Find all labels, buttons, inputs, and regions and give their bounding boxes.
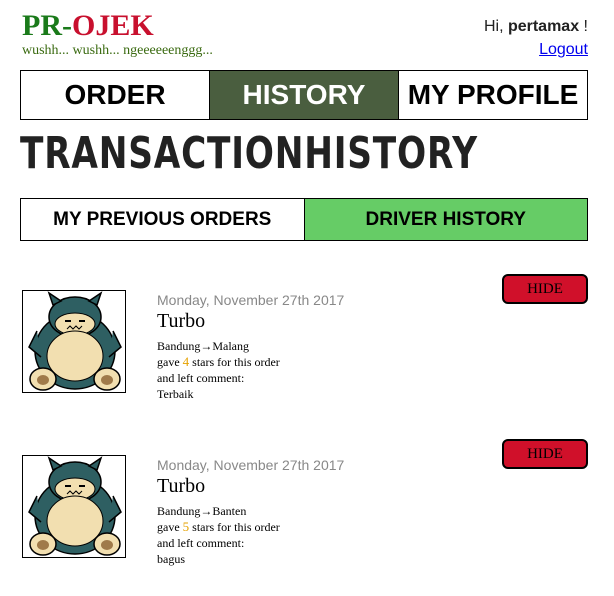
brand-pr: PR	[22, 9, 62, 42]
main-nav: ORDER HISTORY MY PROFILE	[20, 70, 588, 120]
username: pertamax	[507, 18, 580, 35]
driver-name: Turbo	[157, 475, 206, 497]
snorlax-avatar-icon	[22, 290, 126, 393]
logout-link[interactable]: Logout	[539, 41, 588, 59]
route-origin: Bandung	[157, 339, 201, 353]
tab-history[interactable]: HISTORY	[210, 71, 399, 119]
rating-suffix: stars for this order	[189, 520, 280, 534]
page-title: TRANSACTIONHISTORY	[20, 128, 478, 179]
order-date: Monday, November 27th 2017	[157, 292, 345, 308]
comment-label: and left comment:	[157, 371, 245, 385]
greeting-suffix: !	[579, 18, 588, 35]
driver-name: Turbo	[157, 310, 206, 332]
brand-tagline: wushh... wushh... ngeeeeeenggg...	[22, 43, 213, 58]
history-subtabs: MY PREVIOUS ORDERS DRIVER HISTORY	[20, 198, 588, 241]
snorlax-avatar-icon	[22, 455, 126, 558]
order-date: Monday, November 27th 2017	[157, 457, 345, 473]
greeting-prefix: Hi,	[483, 18, 508, 35]
arrow-right-icon: →	[200, 504, 213, 518]
hide-button[interactable]: HIDE	[502, 274, 588, 304]
arrow-right-icon: →	[200, 339, 213, 353]
tab-order[interactable]: ORDER	[21, 71, 210, 119]
order-rating: gave 4 stars for this order	[157, 354, 280, 370]
order-comment: Terbaik	[157, 387, 194, 401]
tab-my-profile[interactable]: MY PROFILE	[399, 71, 587, 119]
hide-button[interactable]: HIDE	[502, 439, 588, 469]
order-route: Bandung→Banten	[157, 503, 246, 519]
brand-ojek: OJEK	[72, 9, 154, 42]
order-comment: bagus	[157, 552, 185, 566]
brand-logo: PR-OJEK	[22, 8, 154, 44]
order-route: Bandung→Malang	[157, 338, 249, 354]
rating-prefix: gave	[157, 520, 183, 534]
history-item: Monday, November 27th 2017 Turbo Bandung…	[22, 274, 588, 404]
route-destination: Banten	[212, 504, 247, 518]
comment-label: and left comment:	[157, 536, 245, 550]
order-rating: gave 5 stars for this order	[157, 519, 280, 535]
subtab-driver-history[interactable]: DRIVER HISTORY	[303, 199, 587, 240]
user-greeting: Hi, pertamax !	[484, 18, 588, 36]
route-origin: Bandung	[157, 504, 201, 518]
route-destination: Malang	[212, 339, 249, 353]
subtab-my-previous-orders[interactable]: MY PREVIOUS ORDERS	[21, 199, 304, 240]
rating-prefix: gave	[157, 355, 183, 369]
history-item: Monday, November 27th 2017 Turbo Bandung…	[22, 439, 588, 569]
brand-dash: -	[62, 9, 72, 42]
rating-suffix: stars for this order	[189, 355, 280, 369]
